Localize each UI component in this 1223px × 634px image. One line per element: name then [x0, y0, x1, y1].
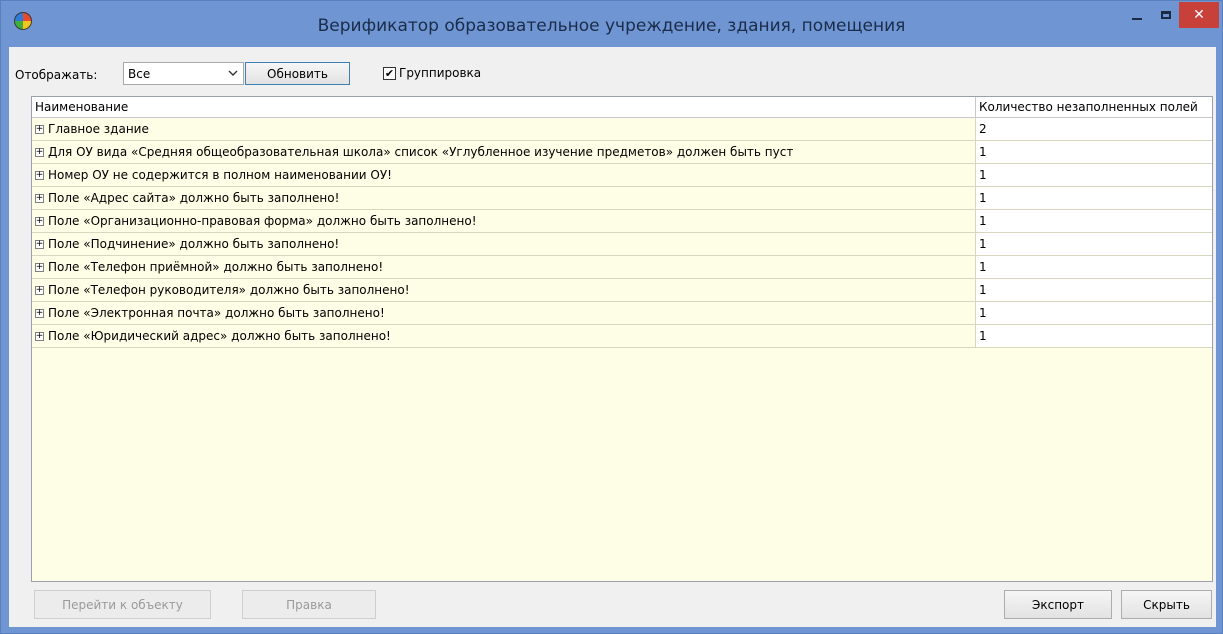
row-name: Поле «Юридический адрес» должно быть зап…: [48, 329, 391, 343]
row-count: 1: [976, 141, 1212, 163]
expand-icon[interactable]: +: [35, 147, 44, 157]
row-count: 2: [976, 118, 1212, 140]
minimize-icon: [1132, 18, 1142, 20]
verifier-window: Верификатор образовательное учреждение, …: [0, 0, 1223, 634]
expand-icon[interactable]: +: [35, 331, 44, 341]
row-count: 1: [976, 256, 1212, 278]
grouping-label: Группировка: [399, 66, 482, 80]
row-count: 1: [976, 325, 1212, 347]
display-select-value: Все: [128, 66, 151, 81]
table-row[interactable]: + Поле «Юридический адрес» должно быть за…: [32, 325, 1212, 348]
expand-icon[interactable]: +: [35, 170, 44, 180]
expand-icon[interactable]: +: [35, 193, 44, 203]
row-name-cell: + Поле «Юридический адрес» должно быть за…: [32, 325, 976, 347]
table-row[interactable]: + Поле «Телефон приёмной» должно быть зап…: [32, 256, 1212, 279]
close-icon: ✕: [1193, 7, 1205, 23]
grouping-checkbox[interactable]: ✔ Группировка: [383, 66, 481, 80]
table-row[interactable]: + Для ОУ вида «Средняя общеобразовательна…: [32, 141, 1212, 164]
row-name-cell: + Главное здание: [32, 118, 976, 140]
column-header-name[interactable]: Наименование: [32, 97, 976, 117]
refresh-button[interactable]: Обновить: [245, 62, 350, 85]
row-name-cell: + Поле «Телефон приёмной» должно быть зап…: [32, 256, 976, 278]
check-icon: ✔: [384, 66, 395, 80]
table-row[interactable]: + Номер ОУ не содержится в полном наимено…: [32, 164, 1212, 187]
goto-object-button[interactable]: Перейти к объекту: [34, 590, 211, 619]
expand-icon[interactable]: +: [35, 285, 44, 295]
row-name: Поле «Организационно-правовая форма» дол…: [48, 214, 477, 228]
grid-body: + Главное здание 2 + Для ОУ вида «Средняя о…: [32, 118, 1212, 348]
row-name-cell: + Для ОУ вида «Средняя общеобразовательна…: [32, 141, 976, 163]
row-count: 1: [976, 164, 1212, 186]
maximize-icon: [1161, 11, 1171, 19]
table-row[interactable]: + Поле «Телефон руководителя» должно быть…: [32, 279, 1212, 302]
expand-icon[interactable]: +: [35, 216, 44, 226]
table-row[interactable]: + Поле «Адрес сайта» должно быть заполнен…: [32, 187, 1212, 210]
row-name: Главное здание: [48, 122, 149, 136]
export-button[interactable]: Экспорт: [1004, 590, 1112, 619]
row-name-cell: + Номер ОУ не содержится в полном наимено…: [32, 164, 976, 186]
row-name: Поле «Телефон руководителя» должно быть …: [48, 283, 410, 297]
expand-icon[interactable]: +: [35, 124, 44, 134]
table-row[interactable]: + Главное здание 2: [32, 118, 1212, 141]
expand-icon[interactable]: +: [35, 239, 44, 249]
grouping-checkbox-box[interactable]: ✔: [383, 66, 396, 80]
row-name-cell: + Поле «Подчинение» должно быть заполнено…: [32, 233, 976, 255]
row-count: 1: [976, 279, 1212, 301]
display-select[interactable]: Все: [123, 62, 244, 85]
table-row[interactable]: + Поле «Электронная почта» должно быть за…: [32, 302, 1212, 325]
client-area: Отображать: Все Обновить ✔ Группировка Н…: [9, 47, 1216, 627]
table-row[interactable]: + Поле «Организационно-правовая форма» до…: [32, 210, 1212, 233]
hide-button[interactable]: Скрыть: [1121, 590, 1212, 619]
row-count: 1: [976, 187, 1212, 209]
row-name-cell: + Поле «Организационно-правовая форма» до…: [32, 210, 976, 232]
maximize-button[interactable]: [1152, 2, 1180, 28]
edit-button[interactable]: Правка: [242, 590, 376, 619]
grid-header: Наименование Количество незаполненных по…: [32, 97, 1212, 118]
row-count: 1: [976, 233, 1212, 255]
row-name: Номер ОУ не содержится в полном наименов…: [48, 168, 392, 182]
chevron-down-icon: [223, 68, 243, 79]
close-button[interactable]: ✕: [1179, 2, 1219, 28]
row-name-cell: + Поле «Телефон руководителя» должно быть…: [32, 279, 976, 301]
title-bar[interactable]: Верификатор образовательное учреждение, …: [1, 1, 1222, 47]
row-name: Поле «Подчинение» должно быть заполнено!: [48, 237, 340, 251]
row-count: 1: [976, 210, 1212, 232]
display-label: Отображать:: [15, 68, 98, 82]
column-header-count[interactable]: Количество незаполненных полей: [976, 97, 1212, 117]
minimize-button[interactable]: [1123, 2, 1151, 28]
expand-icon[interactable]: +: [35, 308, 44, 318]
window-title: Верификатор образовательное учреждение, …: [317, 16, 906, 36]
row-name: Поле «Телефон приёмной» должно быть запо…: [48, 260, 384, 274]
row-name-cell: + Поле «Электронная почта» должно быть за…: [32, 302, 976, 324]
row-name: Поле «Адрес сайта» должно быть заполнено…: [48, 191, 340, 205]
expand-icon[interactable]: +: [35, 262, 44, 272]
row-count: 1: [976, 302, 1212, 324]
results-grid[interactable]: Наименование Количество незаполненных по…: [31, 96, 1213, 582]
table-row[interactable]: + Поле «Подчинение» должно быть заполнено…: [32, 233, 1212, 256]
row-name: Поле «Электронная почта» должно быть зап…: [48, 306, 385, 320]
row-name: Для ОУ вида «Средняя общеобразовательная…: [48, 145, 794, 159]
row-name-cell: + Поле «Адрес сайта» должно быть заполнен…: [32, 187, 976, 209]
